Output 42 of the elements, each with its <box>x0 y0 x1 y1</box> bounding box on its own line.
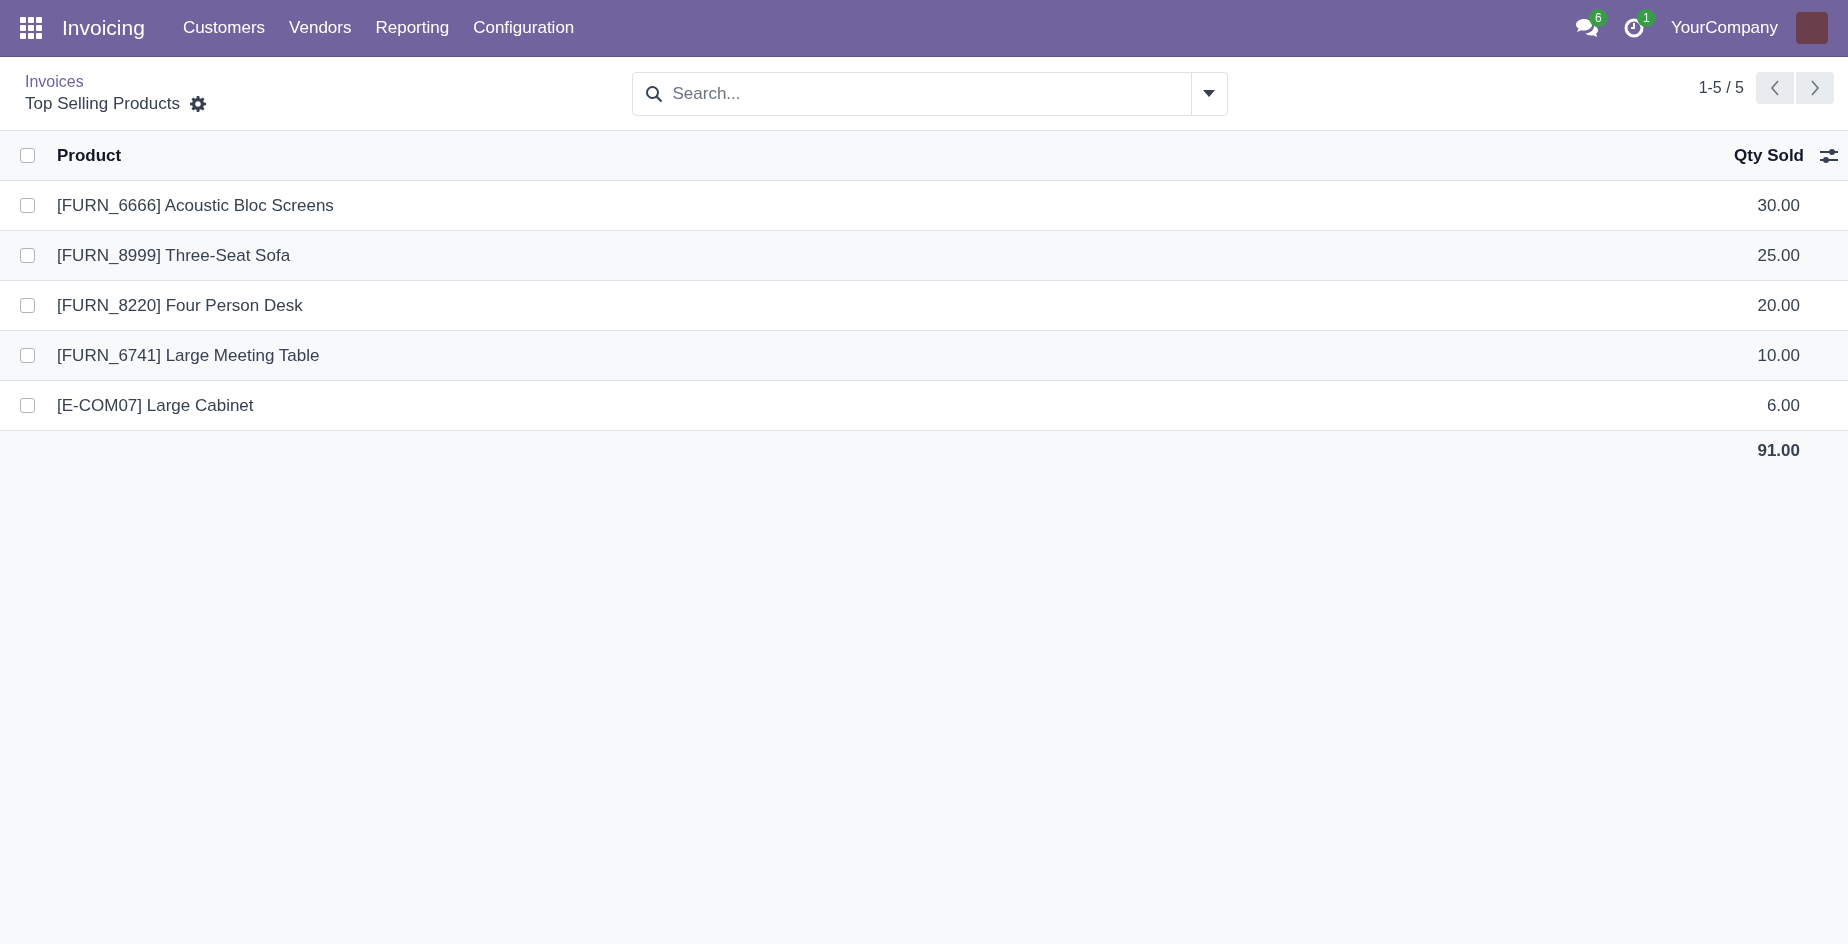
apps-menu-icon[interactable] <box>20 17 42 39</box>
checkbox[interactable] <box>20 248 35 263</box>
clock-icon[interactable] <box>1622 17 1645 39</box>
menu-item[interactable]: Vendors <box>277 12 364 44</box>
product-cell-text: [FURN_8220] Four Person Desk <box>57 295 304 316</box>
chevron-right-icon <box>1810 79 1820 96</box>
menu-item[interactable]: Customers <box>170 12 278 44</box>
search-icon <box>644 84 663 103</box>
sliders-icon[interactable] <box>1820 147 1838 164</box>
quantity-cell: 30.00 <box>1757 195 1800 216</box>
checkbox[interactable] <box>20 198 35 213</box>
checkbox[interactable] <box>20 298 35 313</box>
breadcrumb-link[interactable]: Invoices <box>25 73 632 91</box>
column-header[interactable]: Qty Sold <box>1734 145 1804 166</box>
next-button[interactable] <box>1796 71 1834 104</box>
column-header[interactable]: Product <box>57 145 1735 166</box>
product-cell-text: [FURN_8999] Three-Seat Sofa <box>57 245 292 266</box>
quantity-cell: 20.00 <box>1757 295 1800 316</box>
product-cell-text: [FURN_6666] Acoustic Bloc Screens <box>57 195 335 216</box>
total-quantity: 91.00 <box>1757 441 1800 461</box>
page-title: Top Selling Products <box>25 94 180 114</box>
previous-button[interactable] <box>1756 71 1794 104</box>
company-name[interactable]: YourCompany <box>1670 18 1778 38</box>
quantity-cell: 10.00 <box>1757 345 1800 366</box>
product-cell-text: [E-COM07] Large Cabinet <box>57 395 255 416</box>
quantity-cell: 25.00 <box>1757 245 1800 266</box>
quantity-cell: 6.00 <box>1766 395 1800 416</box>
checkbox[interactable] <box>20 348 35 363</box>
notification-badge: 6 <box>1588 9 1608 27</box>
chevron-left-icon <box>1770 79 1780 96</box>
settings-icon[interactable] <box>190 96 206 112</box>
caret-icon <box>1203 90 1215 97</box>
search-input[interactable]: Search... <box>662 83 1191 104</box>
checkbox[interactable] <box>20 398 35 413</box>
app-name[interactable]: Invoicing <box>62 16 145 40</box>
product-cell-text: [FURN_6741] Large Meeting Table <box>57 345 321 366</box>
search-field[interactable]: Search... <box>631 71 1228 116</box>
pager-value[interactable]: 1-5 / 5 <box>1698 78 1744 97</box>
notification-badge: 1 <box>1636 9 1656 27</box>
menu-item[interactable]: Configuration <box>461 12 587 44</box>
checkbox[interactable] <box>20 148 35 163</box>
menu-item[interactable]: Reporting <box>363 12 462 44</box>
